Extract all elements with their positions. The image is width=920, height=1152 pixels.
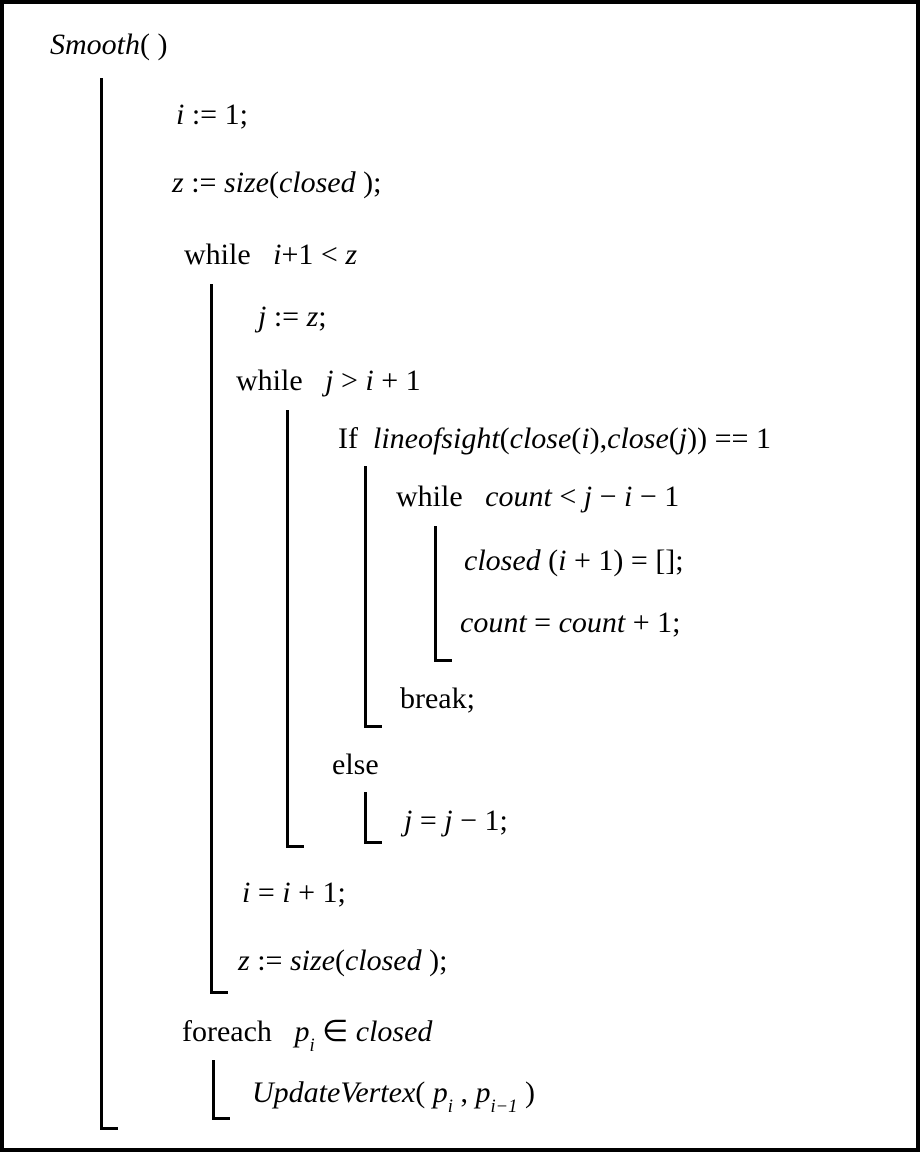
bracket-foreach	[212, 1060, 215, 1120]
bracket-if-foot	[364, 725, 382, 728]
bracket-while-inner	[286, 410, 289, 848]
fn-title: Smooth( )	[50, 28, 167, 62]
stmt-i-init: i := 1;	[176, 98, 248, 132]
while-count: while count < j − i − 1	[396, 480, 679, 514]
bracket-else-foot	[364, 841, 382, 844]
bracket-else	[364, 792, 367, 844]
bracket-main	[100, 78, 103, 1130]
stmt-j-dec: j = j − 1;	[404, 804, 508, 838]
while-outer: while i+1 < z	[184, 238, 357, 272]
stmt-j-init: j := z;	[258, 300, 327, 334]
if-line: If lineofsight(close(i),close(j)) == 1	[338, 422, 771, 456]
stmt-i-inc: i = i + 1;	[242, 876, 346, 910]
stmt-z-size: z := size(closed );	[172, 166, 381, 200]
bracket-while-outer	[210, 284, 213, 994]
stmt-closed-empty: closed (i + 1) = [];	[464, 544, 684, 578]
stmt-break: break;	[400, 682, 475, 716]
bracket-foreach-foot	[212, 1117, 230, 1120]
bracket-while-count-foot	[434, 659, 452, 662]
bracket-while-count	[434, 526, 437, 662]
stmt-z-size-2: z := size(closed );	[238, 944, 447, 978]
else-line: else	[332, 748, 379, 782]
bracket-if	[364, 466, 367, 728]
bracket-while-inner-foot	[286, 845, 304, 848]
bracket-main-foot	[100, 1127, 118, 1130]
stmt-update-vertex: UpdateVertex( pi , pi−1 )	[252, 1076, 535, 1115]
foreach-line: foreach pi ∈ closed	[182, 1014, 432, 1054]
while-inner: while j > i + 1	[236, 364, 421, 398]
stmt-count-inc: count = count + 1;	[460, 606, 681, 640]
bracket-while-outer-foot	[210, 991, 228, 994]
algorithm-frame: Smooth( ) i := 1; z := size(closed ); wh…	[0, 0, 920, 1152]
